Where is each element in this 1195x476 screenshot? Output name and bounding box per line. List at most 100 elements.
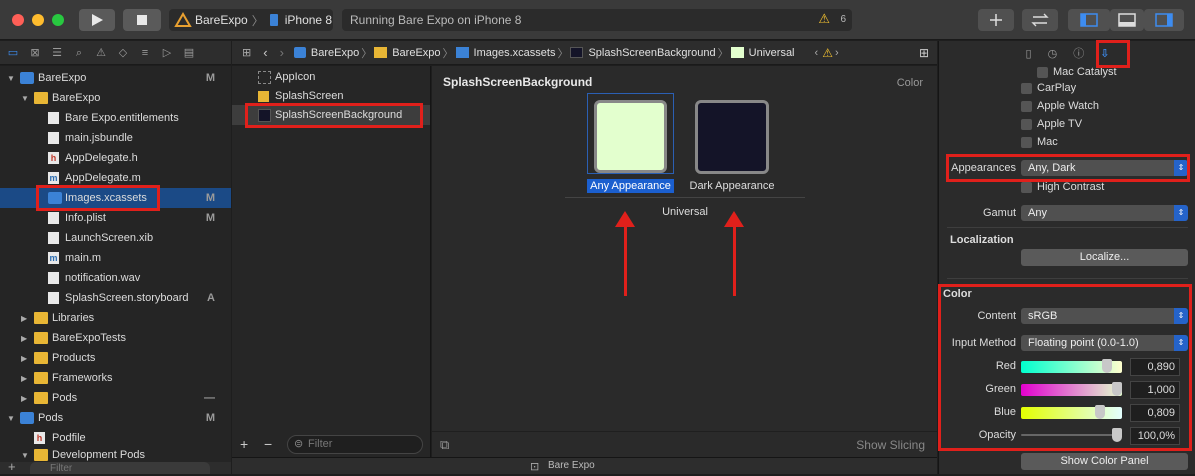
- dark-appearance-swatch[interactable]: [695, 100, 769, 174]
- tree-label: notification.wav: [65, 272, 141, 284]
- tree-row-group[interactable]: ▼ BareExpo: [0, 88, 231, 108]
- asset-editor: SplashScreenBackground Color Any Appeara…: [232, 66, 937, 474]
- toggle-inspector-button[interactable]: [1144, 9, 1184, 31]
- tree-row-file[interactable]: notification.wav: [0, 268, 231, 288]
- disclosure-closed-icon[interactable]: ▶: [21, 334, 27, 343]
- toggle-debug-area-button[interactable]: [1110, 9, 1144, 31]
- warning-icon[interactable]: ⚠: [822, 46, 833, 60]
- mac-checkbox[interactable]: [1021, 137, 1032, 148]
- breadcrumb-item[interactable]: BareExpo: [392, 47, 440, 59]
- scm-badge: M: [205, 192, 215, 204]
- chevron-right-icon[interactable]: ›: [835, 47, 839, 59]
- annotation-highlight-attributes-tab: [1096, 40, 1130, 68]
- tree-row-project[interactable]: ▼ BareExpo M: [0, 68, 231, 88]
- folder-icon: [34, 332, 48, 344]
- tree-row-file[interactable]: SplashScreen.storyboard A: [0, 288, 231, 308]
- tree-label: Podfile: [52, 432, 86, 444]
- tree-row-group[interactable]: ▶ Pods —: [0, 388, 231, 408]
- disclosure-closed-icon[interactable]: ▶: [21, 374, 27, 383]
- remove-asset-icon[interactable]: −: [264, 436, 272, 452]
- breadcrumb-item[interactable]: Images.xcassets: [474, 47, 556, 59]
- disclosure-open-icon[interactable]: ▼: [21, 451, 29, 460]
- editor-title: SplashScreenBackground: [443, 75, 593, 89]
- tree-row-file[interactable]: h AppDelegate.h: [0, 148, 231, 168]
- breadcrumb-item[interactable]: Universal: [749, 47, 795, 59]
- grid-icon[interactable]: ⊞: [242, 46, 251, 59]
- debug-icon[interactable]: ≡: [138, 46, 152, 60]
- overlay-icon[interactable]: ⧉: [440, 437, 449, 453]
- chevron-right-icon: 〉: [442, 47, 454, 60]
- add-asset-icon[interactable]: +: [240, 436, 248, 452]
- tree-row-file[interactable]: h Podfile: [0, 428, 231, 448]
- tree-row-file[interactable]: Info.plist M: [0, 208, 231, 228]
- chevron-left-icon[interactable]: ‹: [815, 47, 819, 59]
- disclosure-open-icon[interactable]: ▼: [21, 94, 29, 103]
- toggle-navigator-button[interactable]: [1068, 9, 1110, 31]
- test-icon[interactable]: ◇: [116, 46, 130, 60]
- close-window-button[interactable]: [12, 14, 24, 26]
- add-icon[interactable]: +: [8, 459, 16, 474]
- show-color-panel-button[interactable]: Show Color Panel: [1021, 453, 1188, 470]
- code-review-button[interactable]: [1022, 9, 1058, 31]
- library-button[interactable]: [978, 9, 1014, 31]
- help-inspector-icon[interactable]: ⓘ: [1073, 45, 1084, 61]
- breadcrumb-item[interactable]: SplashScreenBackground: [588, 47, 715, 59]
- disclosure-closed-icon[interactable]: ▶: [21, 314, 27, 323]
- zoom-window-button[interactable]: [52, 14, 64, 26]
- report-icon[interactable]: ▤: [182, 46, 196, 60]
- back-icon[interactable]: ‹: [263, 45, 267, 60]
- folder-icon[interactable]: ▭: [6, 46, 20, 60]
- tree-row-file[interactable]: LaunchScreen.xib: [0, 228, 231, 248]
- tree-label: AppDelegate.h: [65, 152, 138, 164]
- disclosure-open-icon[interactable]: ▼: [7, 74, 15, 83]
- apple-tv-checkbox[interactable]: [1021, 119, 1032, 130]
- any-appearance-slot[interactable]: [587, 93, 674, 174]
- tree-row-file[interactable]: main.jsbundle: [0, 128, 231, 148]
- search-icon[interactable]: ⌕: [72, 46, 86, 60]
- show-slicing-button[interactable]: Show Slicing: [856, 438, 925, 452]
- localize-button[interactable]: Localize...: [1021, 249, 1188, 266]
- breadcrumb-item[interactable]: BareExpo: [311, 47, 359, 59]
- forward-icon[interactable]: ›: [280, 45, 284, 60]
- navigator-selector-bar: ▭ ⊠ ☰ ⌕ ⚠ ◇ ≡ ▷ ▤: [0, 41, 231, 65]
- carplay-checkbox[interactable]: [1021, 83, 1032, 94]
- asset-item[interactable]: AppIcon: [232, 67, 430, 87]
- tree-label: Pods: [52, 392, 78, 404]
- disclosure-closed-icon[interactable]: ▶: [21, 394, 27, 403]
- tree-row-group[interactable]: ▶ Products: [0, 348, 231, 368]
- warning-icon[interactable]: ⚠: [818, 11, 830, 27]
- breakpoint-icon[interactable]: ▷: [160, 46, 174, 60]
- tree-label: Products: [52, 352, 96, 364]
- add-editor-icon[interactable]: ⊞: [919, 46, 929, 60]
- disclosure-closed-icon[interactable]: ▶: [21, 354, 27, 363]
- gamut-popup[interactable]: Any ⇕: [1021, 205, 1188, 221]
- stop-button[interactable]: [123, 9, 161, 31]
- tree-row-group[interactable]: ▼ Development Pods: [0, 448, 231, 462]
- folder-icon: [34, 352, 48, 364]
- source-control-icon[interactable]: ⊠: [28, 46, 42, 60]
- filter-input[interactable]: Filter: [30, 462, 210, 474]
- tree-row-file[interactable]: m main.m: [0, 248, 231, 268]
- file-inspector-icon[interactable]: ▯: [1026, 47, 1032, 60]
- minimize-window-button[interactable]: [32, 14, 44, 26]
- tree-row-project[interactable]: ▼ Pods M: [0, 408, 231, 428]
- issue-icon[interactable]: ⚠: [94, 46, 108, 60]
- history-inspector-icon[interactable]: ◷: [1048, 47, 1058, 60]
- tree-row-group[interactable]: ▶ BareExpoTests: [0, 328, 231, 348]
- tree-row-file[interactable]: Bare Expo.entitlements: [0, 108, 231, 128]
- tree-row-group[interactable]: ▶ Libraries: [0, 308, 231, 328]
- tree-row-group[interactable]: ▶ Frameworks: [0, 368, 231, 388]
- high-contrast-checkbox[interactable]: [1021, 182, 1032, 193]
- audio-file-icon: [48, 272, 59, 284]
- gamut-label: Gamut: [982, 207, 1016, 219]
- device-label: Apple Watch: [1037, 100, 1099, 112]
- mac-catalyst-checkbox[interactable]: [1037, 67, 1048, 78]
- scheme-selector[interactable]: BareExpo 〉 iPhone 8: [169, 9, 333, 31]
- asset-filter-input[interactable]: ⊜ Filter: [287, 435, 423, 454]
- apple-watch-checkbox[interactable]: [1021, 101, 1032, 112]
- symbol-icon[interactable]: ☰: [50, 46, 64, 60]
- app-icon-set-icon: [258, 70, 271, 84]
- run-button[interactable]: [79, 9, 115, 31]
- any-appearance-swatch[interactable]: [594, 100, 667, 173]
- disclosure-open-icon[interactable]: ▼: [7, 414, 15, 423]
